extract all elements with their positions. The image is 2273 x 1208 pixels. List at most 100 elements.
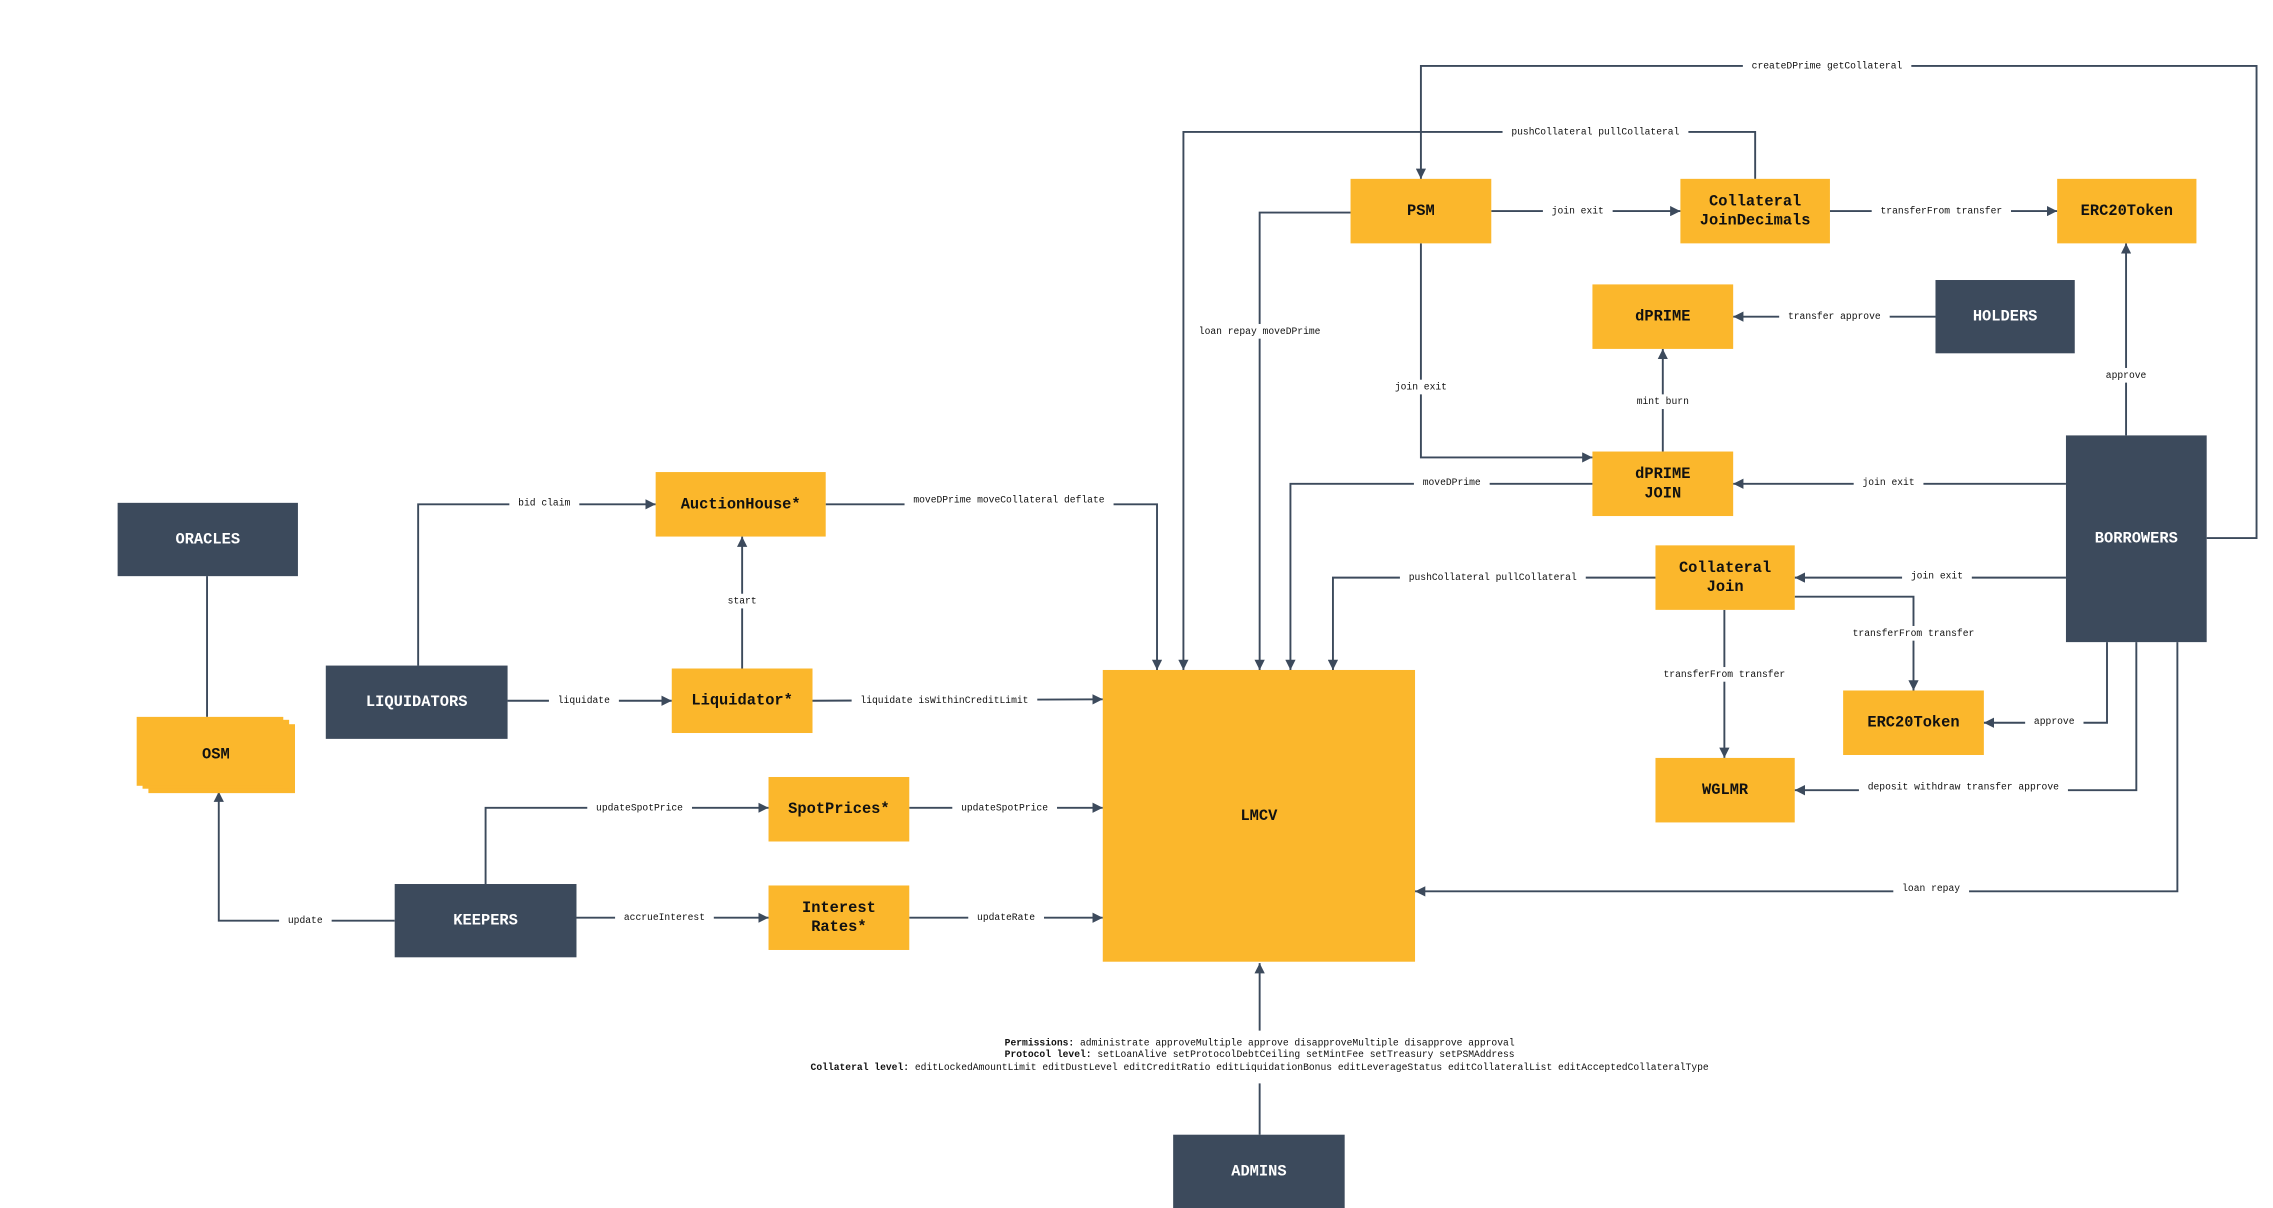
node-erc20low[interactable]: ERC20Token [1843,690,1984,755]
node-label: JoinDecimals [1700,212,1811,230]
connector-line [1983,642,2108,728]
edge-label: loan repay moveDPrime [1199,326,1321,337]
node-label: Interest [802,899,876,917]
edge-collateral-join-to-erc20token: transferFrom transfer [1794,595,1984,691]
edge-keepers-to-spotprices-: updateSpotPrice [484,800,769,885]
edge-borrowers-to-lmcv: loan repay [1415,642,2179,897]
node-label: ERC20Token [2081,202,2173,220]
admin-permissions-text: Permissions: administrate approveMultipl… [811,1037,1709,1073]
edge-auctionhouse--to-lmcv: moveDPrime moveCollateral deflate [825,492,1163,670]
edge-interest-rates--to-lmcv: updateRate [909,910,1103,926]
edge-liquidator--to-auctionhouse-: start [718,536,766,669]
edge-borrowers-to-erc20token: approve [1983,642,2108,729]
node-label: LIQUIDATORS [366,693,468,711]
node-erc20top[interactable]: ERC20Token [2057,178,2197,244]
edge-keepers-to-interest-rates-: accrueInterest [576,910,769,926]
node-psm[interactable]: PSM [1350,178,1492,244]
node-label: ERC20Token [1867,714,1959,732]
edge-label: approve [2106,370,2147,381]
node-lmcv[interactable]: LMCV [1102,669,1416,962]
node-label: JOIN [1644,484,1681,502]
node-label: PSM [1407,202,1435,220]
node-colljoin[interactable]: CollateralJoin [1655,545,1795,610]
node-label: WGLMR [1702,781,1749,799]
edge-label: transferFrom transfer [1664,669,1786,680]
node-interestrates[interactable]: InterestRates* [768,885,910,950]
edge-label: join exit [1395,382,1447,393]
edge-label: update [288,915,323,926]
edge-label: start [728,596,757,607]
node-oracles[interactable]: ORACLES [117,502,298,577]
edge-borrowers-to-erc20token: approve [2096,243,2156,436]
node-dprimejoin[interactable]: dPRIMEJOIN [1592,451,1734,517]
node-admins[interactable]: ADMINS [1173,1134,1345,1208]
edge-psm-to-collateral-joindecimals: join exit [1491,203,1681,219]
connector-line [1415,642,2179,897]
edge-label: accrueInterest [624,912,705,923]
connector-line [484,802,769,885]
edge-collateral-join-to-lmcv: pushCollateral pullCollateral [1327,570,1656,670]
node-label: Collateral [1709,193,1801,211]
edge-label: updateRate [977,912,1035,923]
edge-label: moveDPrime moveCollateral deflate [913,494,1104,505]
node-liquidator[interactable]: Liquidator* [671,668,813,734]
node-liquidators[interactable]: LIQUIDATORS [325,665,508,739]
edge-label: updateSpotPrice [961,802,1048,813]
node-label: Collateral [1679,559,1771,577]
edge-borrowers-to-collateral-join: join exit [1794,568,2066,584]
edge-label: moveDPrime [1423,477,1481,488]
permissions-line: Permissions: administrate approveMultipl… [1005,1037,1515,1048]
edge-keepers-to-osm: update [213,791,395,928]
node-spotprices[interactable]: SpotPrices* [768,776,910,842]
node-label: dPRIME [1635,308,1690,326]
node-holders[interactable]: HOLDERS [1935,280,2075,354]
node-osm[interactable]: OSM [136,716,296,794]
edge-label: transferFrom transfer [1853,628,1975,639]
edge-label: deposit withdraw transfer approve [1868,782,2059,793]
node-wglmr[interactable]: WGLMR [1655,757,1795,823]
edge-liquidators-to-liquidator-: liquidate [507,693,672,709]
edge-collateral-joindecimals-to-erc20token: transferFrom transfer [1829,203,2058,219]
node-label: ADMINS [1231,1162,1286,1180]
connector-line [1794,595,1919,691]
node-label: Join [1707,578,1744,596]
connector-line [825,503,1163,670]
protocol-level-line: Protocol level: setLoanAlive setProtocol… [1005,1049,1515,1060]
node-borrowers[interactable]: BORROWERS [2065,435,2207,643]
edge-label: pushCollateral pullCollateral [1409,572,1577,583]
node-label: OSM [202,745,230,763]
node-label: BORROWERS [2095,530,2178,548]
edge-borrowers-to-dprime-join: join exit [1733,474,2066,490]
node-label: KEEPERS [453,912,518,930]
edge-label: join exit [1552,206,1604,217]
connector-line [213,791,395,922]
node-label: HOLDERS [1973,308,2038,326]
edge-liquidators-to-auctionhouse-: bid claim [417,495,656,666]
node-dprime[interactable]: dPRIME [1592,284,1734,349]
edge-label: pushCollateral pullCollateral [1511,126,1679,137]
connector-line [417,499,656,666]
edge-label: join exit [1862,477,1914,488]
edge-label: mint burn [1637,396,1689,407]
edge-psm-to-dprime-join: join exit [1386,243,1593,463]
connector-line [1327,576,1656,670]
edge-collateral-join-to-wglmr: transferFrom transfer [1654,609,1795,758]
connector-line [1254,211,1351,670]
node-label: dPRIME [1635,465,1690,483]
edge-label: loan repay [1902,883,1960,894]
edge-label: liquidate [558,695,610,706]
edge-label: liquidate isWithinCreditLimit [860,695,1028,706]
edge-label: transfer approve [1788,311,1881,322]
collateral-level-line: Collateral level: editLockedAmountLimit … [811,1062,1709,1073]
edge-label: updateSpotPrice [596,802,683,813]
edge-dprime-join-to-dprime: mint burn [1627,348,1698,452]
node-label: Liquidator* [691,692,792,710]
node-label: Rates* [811,918,866,936]
edge-label: bid claim [518,497,570,508]
edge-label: transferFrom transfer [1880,206,2002,217]
node-keepers[interactable]: KEEPERS [394,884,577,958]
node-auctionhouse[interactable]: AuctionHouse* [655,472,826,537]
node-colljoindecimals[interactable]: CollateralJoinDecimals [1680,178,1830,244]
architecture-diagram: createDPrime getCollateral pushCollateral… [117,58,2258,1208]
edge-label: join exit [1911,571,1963,582]
